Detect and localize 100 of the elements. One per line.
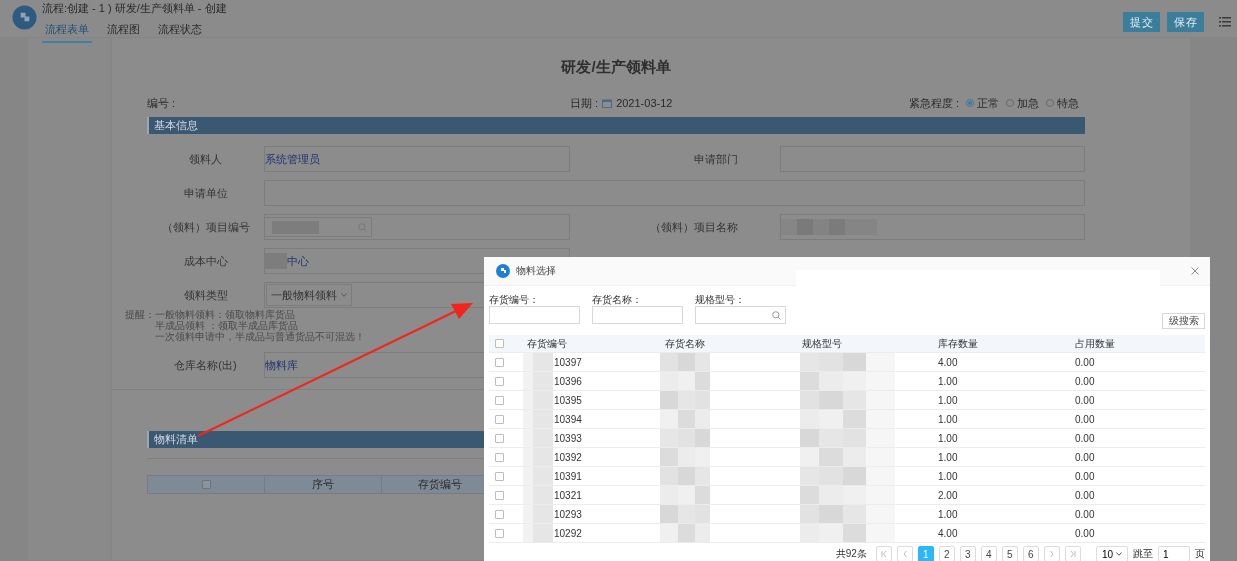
search-icon: [772, 310, 781, 320]
column-header: 规格型号: [802, 336, 843, 351]
checkbox[interactable]: [495, 395, 504, 405]
first-page-button[interactable]: [875, 546, 892, 561]
input-field[interactable]: 系统管理员: [264, 146, 570, 172]
field-label: 申请部门: [693, 151, 739, 167]
page-input[interactable]: 1: [1158, 546, 1190, 561]
checkbox[interactable]: [495, 357, 504, 367]
field-label: 领料类型: [182, 287, 229, 303]
table-cell-text: 1.00: [938, 431, 959, 446]
jump-label: 跳至: [1133, 547, 1153, 561]
column-header: 库存数量: [938, 336, 979, 351]
table-cell-text: 1.00: [938, 507, 959, 522]
blurred-block: [660, 353, 710, 371]
blurred-block: [523, 448, 553, 466]
calendar-icon: [602, 98, 613, 108]
table-cell-text: 1.00: [938, 450, 959, 465]
radio-label: 特急: [1057, 95, 1079, 111]
table-cell: 10392: [554, 451, 582, 463]
table-cell: 10293: [554, 508, 582, 520]
filter-label: 存货编号：: [489, 293, 540, 304]
save-button[interactable]: 保存: [1167, 12, 1204, 32]
checkbox[interactable]: [495, 414, 504, 424]
select-field[interactable]: 一般物料领料: [266, 284, 352, 306]
tab[interactable]: 流程图: [104, 20, 143, 43]
select-value: 一般物料领料: [271, 287, 337, 303]
blurred-block: [523, 524, 553, 542]
blurred-block: [660, 486, 710, 504]
field-label: （领料）项目名称: [649, 219, 739, 235]
column-header: 占用数量: [1075, 336, 1116, 351]
logo-icon: [12, 5, 37, 30]
table-cell: 10395: [554, 394, 582, 406]
window-title: 流程:创建 - 1 ) 研发/生产领料单 - 创建: [42, 1, 227, 16]
tab[interactable]: 流程状态: [155, 20, 205, 43]
checkbox[interactable]: [495, 339, 504, 348]
table-cell-text: 1.00: [938, 412, 959, 427]
page-button[interactable]: 4: [980, 546, 997, 561]
filter-label: 规格型号：: [695, 293, 746, 304]
page-size-select[interactable]: 10: [1095, 546, 1128, 561]
table-cell-text: 0.00: [1075, 355, 1096, 370]
last-page-button[interactable]: [1064, 546, 1081, 561]
date-label: 日期 :: [570, 95, 599, 111]
radio-button[interactable]: [966, 99, 974, 107]
blurred-block: [523, 467, 553, 485]
field-value: 中心: [287, 253, 309, 269]
next-page-button[interactable]: [1043, 546, 1060, 561]
checkbox[interactable]: [495, 471, 504, 481]
table-cell: 10396: [554, 375, 582, 387]
menu-icon[interactable]: [1219, 17, 1231, 27]
page-button[interactable]: 2: [938, 546, 955, 561]
first-page-icon: [879, 550, 888, 558]
page-button[interactable]: 1: [917, 546, 934, 561]
page-button[interactable]: 3: [959, 546, 976, 561]
section-header: 基本信息: [147, 117, 1085, 134]
table-cell: 10394: [554, 413, 582, 425]
previous-page-button[interactable]: [896, 546, 913, 561]
blurred-block: [523, 410, 553, 428]
column-header: 序号: [265, 476, 382, 493]
page-button[interactable]: 6: [1022, 546, 1039, 561]
table-cell-text: 1.00: [938, 393, 959, 408]
advanced-search-button[interactable]: 级搜索: [1162, 313, 1205, 329]
table-cell-text: 4.00: [938, 526, 959, 541]
table-cell-text: 1.00: [938, 469, 959, 484]
blurred-block: [660, 372, 710, 390]
blurred-block: [523, 505, 553, 523]
checkbox[interactable]: [201, 480, 211, 489]
caret-icon: [1116, 552, 1122, 556]
column-header: 存货编号: [527, 336, 568, 351]
field-label: 成本中心: [182, 253, 229, 269]
blurred-block: [523, 429, 553, 447]
checkbox[interactable]: [495, 528, 504, 538]
field-label: （领料）项目编号: [160, 219, 251, 235]
checkbox[interactable]: [495, 509, 504, 519]
blurred-block: [660, 505, 710, 523]
table-cell-text: 0.00: [1075, 450, 1096, 465]
checkbox[interactable]: [495, 376, 504, 386]
radio-label: 加急: [1017, 95, 1039, 111]
page-button[interactable]: 5: [1001, 546, 1018, 561]
table-cell: 10292: [554, 527, 582, 539]
submit-button[interactable]: 提交: [1123, 12, 1160, 32]
caret-icon: [341, 293, 347, 297]
blurred-block: [660, 429, 710, 447]
radio-label: 正常: [977, 95, 999, 111]
table-cell-text: 1.00: [938, 374, 959, 389]
field-label: 领料人: [188, 151, 223, 167]
blurred-block: [660, 391, 710, 409]
table-cell-text: 4.00: [938, 355, 959, 370]
close-icon[interactable]: [1191, 267, 1199, 275]
table-cell-text: 0.00: [1075, 507, 1096, 522]
blurred-block: [660, 524, 710, 542]
checkbox[interactable]: [495, 433, 504, 443]
checkbox[interactable]: [495, 490, 504, 500]
blurred-block: [523, 372, 553, 390]
table-cell-text: 0.00: [1075, 488, 1096, 503]
table-cell-text: 0.00: [1075, 374, 1096, 389]
checkbox[interactable]: [495, 452, 504, 462]
blurred-block: [660, 467, 710, 485]
table-cell-text: 0.00: [1075, 526, 1096, 541]
blurred-block: [660, 410, 710, 428]
field-label: 仓库名称(出): [173, 357, 238, 373]
